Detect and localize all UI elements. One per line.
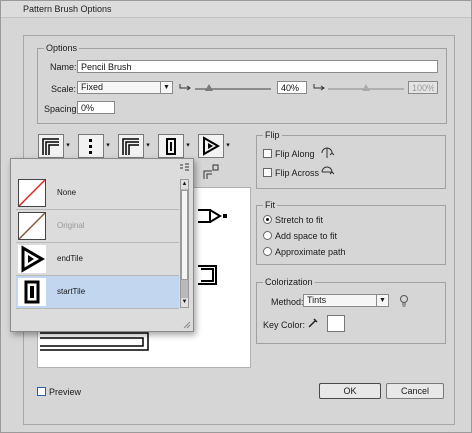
colorization-group-label: Colorization	[263, 277, 315, 287]
scale-slider-1-thumb[interactable]	[205, 84, 213, 91]
end-tile-icon	[203, 136, 221, 156]
inner-corner-tile-icon	[122, 138, 139, 155]
tile-item-label: endTile	[57, 254, 83, 263]
flip-across-icon	[321, 166, 335, 175]
scale-select-value: Fixed	[81, 82, 104, 92]
dialog-title: Pattern Brush Options	[23, 4, 112, 14]
tile-corner-icon	[203, 164, 219, 179]
chevron-down-icon: ▼	[376, 295, 388, 306]
add-space-to-fit-radio[interactable]	[263, 231, 272, 240]
spacing-label: Spacing:	[44, 104, 80, 114]
scroll-up-icon[interactable]: ▲	[181, 180, 188, 189]
scale-slider-2-thumb	[362, 84, 370, 91]
resize-grip-icon[interactable]	[183, 321, 191, 329]
flip-group: Flip	[256, 130, 446, 189]
inner-corner-tile-button[interactable]	[118, 134, 144, 158]
start-tile-dropdown[interactable]: ▾	[184, 134, 192, 158]
scale-select[interactable]: Fixed ▼	[77, 81, 173, 94]
scroll-down-icon[interactable]: ▼	[181, 298, 188, 307]
outer-corner-tile-dropdown[interactable]: ▾	[104, 134, 112, 158]
method-select-value: Tints	[307, 295, 327, 305]
start-tile-button[interactable]	[158, 134, 184, 158]
inner-corner-tile-dropdown[interactable]: ▾	[144, 134, 152, 158]
spacing-field[interactable]	[77, 101, 115, 114]
scale-max-icon	[313, 84, 325, 91]
name-field[interactable]	[77, 60, 438, 73]
eyedropper-icon[interactable]	[307, 317, 319, 329]
stretch-to-fit-label: Stretch to fit	[275, 215, 324, 225]
ok-button[interactable]: OK	[319, 383, 381, 399]
side-tile-icon	[42, 138, 59, 155]
tile-item-label: startTile	[57, 287, 86, 296]
approximate-path-radio[interactable]	[263, 247, 272, 256]
original-swatch-icon	[18, 212, 46, 240]
key-color-swatch[interactable]	[327, 315, 345, 332]
end-tile-button[interactable]	[198, 134, 224, 158]
method-select[interactable]: Tints ▼	[303, 294, 389, 307]
start-tile-icon	[166, 138, 176, 155]
preview-label: Preview	[49, 387, 82, 397]
flip-across-label: Flip Across	[275, 168, 320, 178]
stretch-to-fit-radio[interactable]	[263, 215, 272, 224]
method-label: Method:	[271, 297, 304, 307]
flip-along-label: Flip Along	[275, 149, 315, 159]
tile-dropdown-popup: None Original endTile startTile ▲ ▼	[10, 158, 194, 332]
pattern-brush-options-dialog: Pattern Brush Options Options Name: Scal…	[0, 0, 472, 433]
title-bar[interactable]: Pattern Brush Options	[1, 1, 471, 18]
popup-menu-icon[interactable]	[179, 162, 191, 172]
fit-group-label: Fit	[263, 200, 277, 210]
tile-item-none[interactable]: None	[16, 177, 179, 210]
outer-corner-tile-button[interactable]	[78, 134, 104, 158]
chevron-down-icon: ▼	[160, 82, 172, 93]
side-tile-button[interactable]	[38, 134, 64, 158]
flip-across-checkbox[interactable]	[263, 168, 272, 177]
lightbulb-icon[interactable]	[398, 294, 410, 308]
scale-value-2-field	[408, 81, 438, 94]
name-label: Name:	[50, 62, 77, 72]
approximate-path-label: Approximate path	[275, 247, 346, 257]
scale-value-1-field[interactable]	[277, 81, 307, 94]
options-group-label: Options	[44, 43, 80, 53]
tile-list-scrollbar[interactable]: ▲ ▼	[180, 179, 189, 308]
cancel-button[interactable]: Cancel	[386, 383, 444, 399]
tile-item-original[interactable]: Original	[16, 210, 179, 243]
side-tile-dropdown[interactable]: ▾	[64, 134, 72, 158]
start-tile-swatch-icon	[18, 278, 46, 306]
tile-item-label: None	[57, 188, 77, 197]
preview-checkbox[interactable]	[37, 387, 46, 396]
add-space-to-fit-label: Add space to fit	[275, 231, 338, 241]
outer-corner-tile-icon	[89, 139, 92, 154]
end-tile-dropdown[interactable]: ▾	[224, 134, 232, 158]
scroll-thumb[interactable]	[181, 190, 188, 280]
colorization-group: Colorization	[256, 277, 446, 344]
flip-along-checkbox[interactable]	[263, 149, 272, 158]
end-tile-swatch-icon	[18, 245, 46, 273]
scale-min-icon	[179, 84, 191, 91]
key-color-label: Key Color:	[263, 320, 306, 330]
none-swatch-icon	[18, 179, 46, 207]
tile-item-starttile[interactable]: startTile	[16, 276, 179, 309]
tile-item-endtile[interactable]: endTile	[16, 243, 179, 276]
scale-label: Scale:	[51, 84, 77, 94]
flip-along-icon	[321, 147, 335, 158]
flip-group-label: Flip	[263, 130, 282, 140]
tile-item-label: Original	[57, 221, 85, 230]
